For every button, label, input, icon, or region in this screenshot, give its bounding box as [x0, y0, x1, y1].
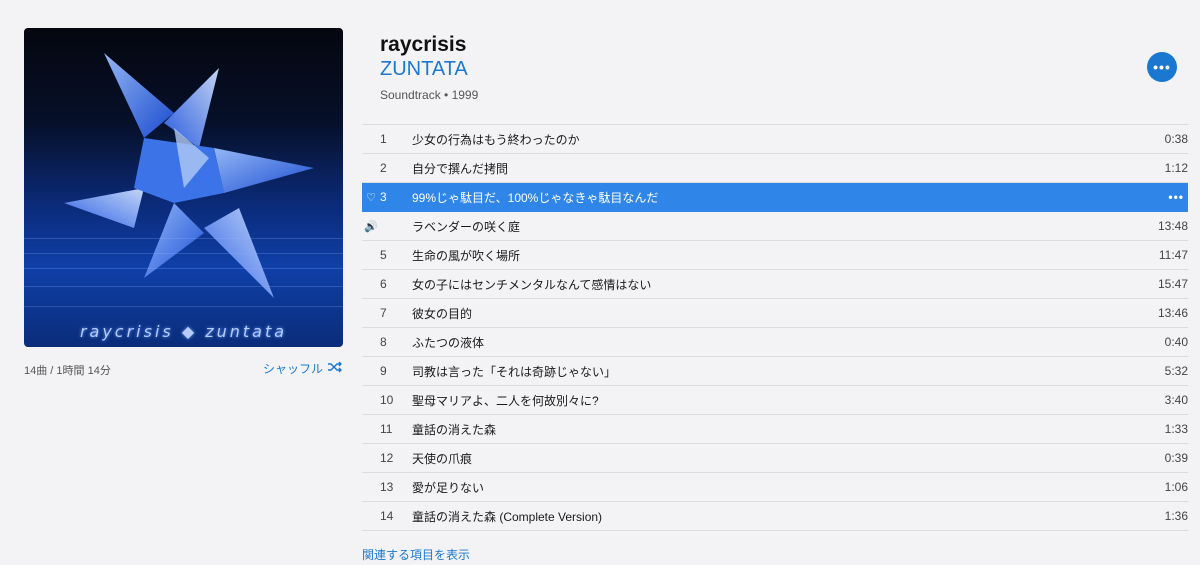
- track-title: 童話の消えた森: [412, 422, 497, 437]
- more-icon: •••: [1153, 59, 1171, 75]
- track-number: 7: [380, 306, 387, 320]
- track-row[interactable]: 1 少女の行為はもう終わったのか 0:38: [362, 125, 1188, 154]
- track-row[interactable]: 🔊 ラベンダーの咲く庭 13:48: [362, 212, 1188, 241]
- speaker-icon: 🔊: [364, 220, 378, 233]
- track-title: 童話の消えた森 (Complete Version): [412, 509, 603, 524]
- track-number: 14: [380, 509, 394, 523]
- track-number: 2: [380, 161, 387, 175]
- track-row[interactable]: 11 童話の消えた森 1:33: [362, 415, 1188, 444]
- track-duration: 13:48: [1157, 219, 1188, 233]
- track-row[interactable]: 14 童話の消えた森 (Complete Version) 1:36: [362, 502, 1188, 531]
- shuffle-label: シャッフル: [262, 362, 323, 376]
- track-title: 彼女の目的: [412, 306, 473, 321]
- track-number: 8: [380, 335, 387, 349]
- album-artwork[interactable]: raycrisis ◆ zuntata: [24, 28, 343, 347]
- track-duration: 0:39: [1164, 451, 1188, 465]
- track-title: 司教は言った「それは奇跡じゃない」: [412, 364, 617, 379]
- show-related-link[interactable]: 関連する項目を表示: [362, 546, 470, 563]
- track-title: ふたつの液体: [412, 335, 485, 350]
- track-row[interactable]: 5 生命の風が吹く場所 11:47: [362, 241, 1188, 270]
- track-number: 13: [380, 480, 394, 494]
- track-number: 9: [380, 364, 387, 378]
- heart-icon[interactable]: ♡: [362, 191, 380, 204]
- track-title: 少女の行為はもう終わったのか: [412, 132, 580, 147]
- track-row[interactable]: 6 女の子にはセンチメンタルなんて感情はない 15:47: [362, 270, 1188, 299]
- track-title: 愛が足りない: [412, 480, 485, 495]
- track-list: 1 少女の行為はもう終わったのか 0:38 2 自分で撰んだ拷問 1:12 ♡ 3 99%じゃ駄…: [362, 124, 1188, 531]
- track-title: 99%じゃ駄目だ、100%じゃなきゃ駄目なんだ: [412, 190, 659, 205]
- track-row[interactable]: ♡ 3 99%じゃ駄目だ、100%じゃなきゃ駄目なんだ •••: [362, 183, 1188, 212]
- artwork-caption: raycrisis ◆ zuntata: [79, 322, 288, 341]
- track-duration: 1:33: [1164, 422, 1188, 436]
- track-number: 5: [380, 248, 387, 262]
- track-title: 生命の風が吹く場所: [412, 248, 521, 263]
- track-number: 12: [380, 451, 394, 465]
- more-options-button[interactable]: •••: [1147, 52, 1177, 82]
- track-duration: 0:38: [1164, 132, 1188, 146]
- track-title: 自分で撰んだ拷問: [412, 161, 509, 176]
- track-duration: 15:47: [1157, 277, 1188, 291]
- track-duration: 1:12: [1164, 161, 1188, 175]
- track-row[interactable]: 12 天使の爪痕 0:39: [362, 444, 1188, 473]
- track-row[interactable]: 7 彼女の目的 13:46: [362, 299, 1188, 328]
- track-title: 女の子にはセンチメンタルなんて感情はない: [412, 277, 652, 292]
- track-row[interactable]: 10 聖母マリアよ、二人を何故別々に? 3:40: [362, 386, 1188, 415]
- track-title: ラベンダーの咲く庭: [412, 219, 521, 234]
- track-number: 6: [380, 277, 387, 291]
- track-duration: 1:06: [1164, 480, 1188, 494]
- artist-link[interactable]: ZUNTATA: [380, 58, 468, 81]
- track-number: 3: [380, 190, 387, 204]
- track-duration: 1:36: [1164, 509, 1188, 523]
- track-duration: 0:40: [1164, 335, 1188, 349]
- track-more-icon[interactable]: •••: [1144, 190, 1188, 204]
- track-duration: 11:47: [1158, 248, 1188, 262]
- track-number: 1: [380, 132, 387, 146]
- track-duration: 3:40: [1164, 393, 1188, 407]
- track-duration: 5:32: [1164, 364, 1188, 378]
- track-row[interactable]: 9 司教は言った「それは奇跡じゃない」 5:32: [362, 357, 1188, 386]
- track-duration: 13:46: [1157, 306, 1188, 320]
- track-number: 10: [380, 393, 394, 407]
- album-title: raycrisis: [380, 33, 467, 56]
- shuffle-button[interactable]: シャッフル: [263, 360, 343, 377]
- track-row[interactable]: 8 ふたつの液体 0:40: [362, 328, 1188, 357]
- artwork-image: [24, 53, 343, 307]
- track-row[interactable]: 2 自分で撰んだ拷問 1:12: [362, 154, 1188, 183]
- track-title: 天使の爪痕: [412, 451, 473, 466]
- genre-year: Soundtrack • 1999: [380, 88, 479, 102]
- track-title: 聖母マリアよ、二人を何故別々に?: [412, 393, 599, 408]
- track-number: 11: [380, 422, 393, 436]
- shuffle-icon: [327, 361, 343, 376]
- album-summary: 14曲 / 1時間 14分: [24, 365, 111, 377]
- track-row[interactable]: 13 愛が足りない 1:06: [362, 473, 1188, 502]
